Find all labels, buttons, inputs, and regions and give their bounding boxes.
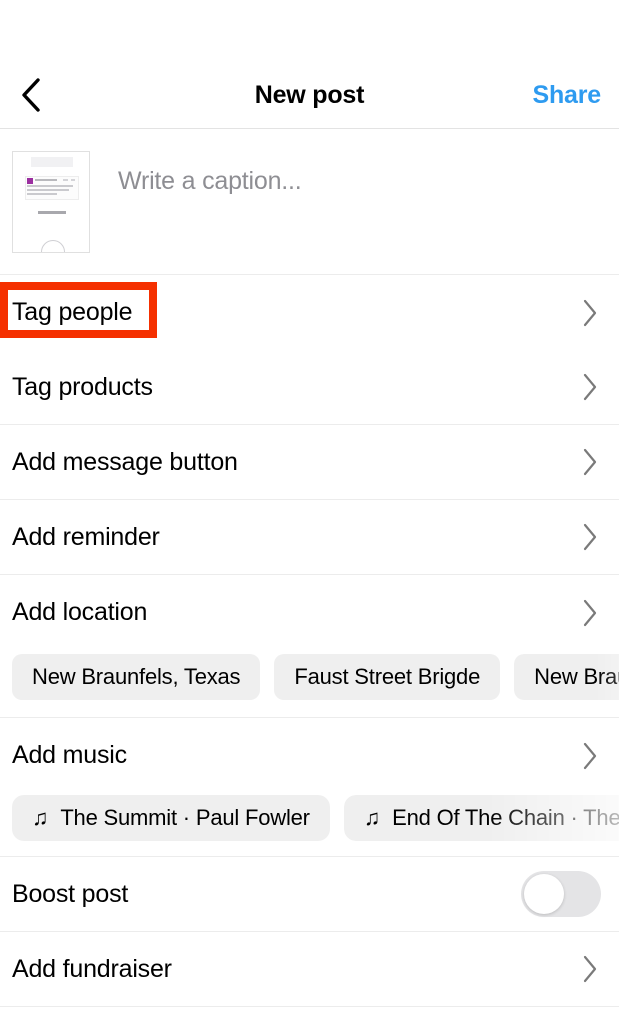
row-add-music[interactable]: Add music xyxy=(0,718,619,793)
row-add-fundraiser[interactable]: Add fundraiser xyxy=(0,932,619,1007)
music-chip[interactable]: ♫ The Summit · Paul Fowler xyxy=(12,795,330,841)
row-label: Add message button xyxy=(12,447,238,476)
chevron-right-icon xyxy=(579,954,601,984)
thumbnail-arc xyxy=(41,240,65,252)
music-chip-list[interactable]: ♫ The Summit · Paul Fowler ♫ End Of The … xyxy=(0,795,619,841)
row-tag-people[interactable]: Tag people xyxy=(0,275,619,350)
chevron-right-icon xyxy=(579,372,601,402)
top-spacer xyxy=(0,0,619,62)
row-label: Boost post xyxy=(12,879,129,908)
row-add-reminder[interactable]: Add reminder xyxy=(0,500,619,575)
thumbnail-line xyxy=(27,189,69,191)
location-chip[interactable]: New Braunfels xyxy=(514,654,619,700)
caption-row: Write a caption... xyxy=(0,129,619,275)
row-label: Add fundraiser xyxy=(12,954,172,983)
thumbnail-line xyxy=(63,179,68,181)
caption-input[interactable]: Write a caption... xyxy=(118,167,619,196)
chevron-right-icon xyxy=(579,598,601,628)
music-chip[interactable]: ♫ End Of The Chain · The S xyxy=(343,795,619,841)
row-add-location[interactable]: Add location xyxy=(0,575,619,650)
new-post-screen: New post Share Write a caption... Tag pe… xyxy=(0,0,619,1024)
page-title: New post xyxy=(254,81,365,109)
row-label: Tag people xyxy=(12,298,133,326)
row-label: Add music xyxy=(12,741,127,769)
share-button[interactable]: Share xyxy=(533,62,602,128)
row-label: Add reminder xyxy=(12,522,160,551)
thumbnail-line xyxy=(27,185,73,187)
row-add-message-button[interactable]: Add message button xyxy=(0,425,619,500)
row-tag-products[interactable]: Tag products xyxy=(0,350,619,425)
music-note-icon: ♫ xyxy=(363,805,381,830)
row-label: Add location xyxy=(12,598,148,626)
toggle-knob xyxy=(524,874,564,914)
chevron-right-icon xyxy=(579,741,601,771)
thumbnail-line xyxy=(27,193,57,195)
chevron-right-icon xyxy=(579,298,601,328)
thumbnail-line xyxy=(38,211,66,214)
header-bar: New post Share xyxy=(0,62,619,129)
location-chip-list[interactable]: New Braunfels, Texas Faust Street Brigde… xyxy=(0,654,619,700)
music-note-icon: ♫ xyxy=(32,805,49,830)
thumbnail-band xyxy=(31,157,73,167)
location-chip[interactable]: Faust Street Brigde xyxy=(274,654,501,700)
location-chip[interactable]: New Braunfels, Texas xyxy=(12,654,261,700)
chevron-right-icon xyxy=(579,447,601,477)
post-thumbnail[interactable] xyxy=(12,151,90,253)
boost-post-toggle[interactable] xyxy=(521,871,601,917)
chevron-right-icon xyxy=(579,522,601,552)
thumbnail-line xyxy=(35,179,57,181)
music-suggestions: ♫ The Summit · Paul Fowler ♫ End Of The … xyxy=(0,793,619,857)
thumbnail-line xyxy=(71,179,75,181)
music-chip-label: End Of The Chain · The S xyxy=(392,805,619,830)
row-boost-post[interactable]: Boost post xyxy=(0,857,619,932)
thumbnail-accent-square xyxy=(27,178,33,184)
location-suggestions: New Braunfels, Texas Faust Street Brigde… xyxy=(0,650,619,718)
music-chip-label: The Summit · Paul Fowler xyxy=(60,805,310,830)
row-label: Tag products xyxy=(12,372,153,401)
